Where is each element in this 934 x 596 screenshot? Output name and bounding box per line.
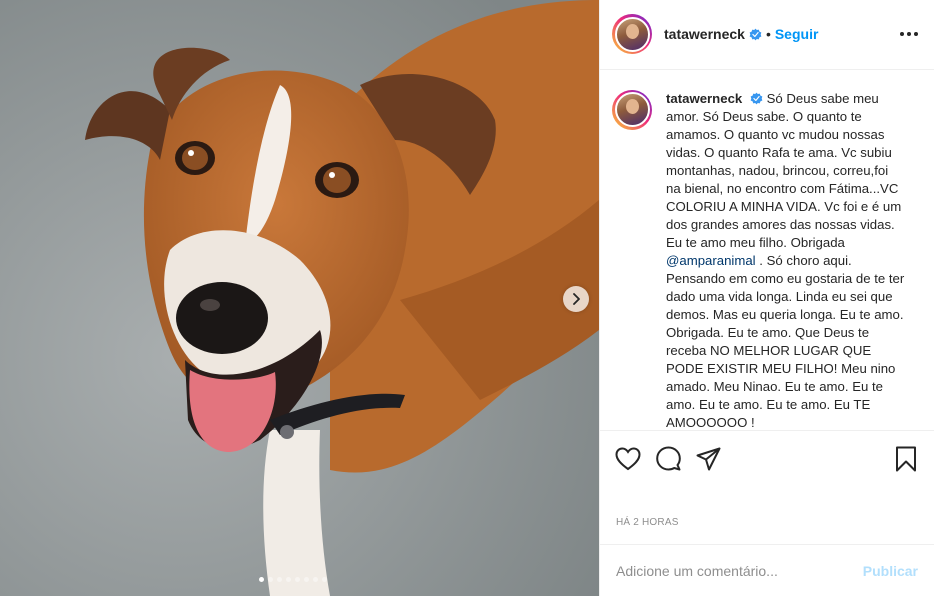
carousel-dot: [304, 577, 309, 582]
more-dot: [907, 32, 911, 37]
post-media[interactable]: [0, 0, 599, 596]
carousel-dot: [322, 577, 327, 582]
carousel-indicator: [259, 577, 327, 582]
bookmark-icon: [896, 446, 916, 472]
caption-mention-link[interactable]: @amparanimal: [666, 253, 756, 268]
caption-text: tatawerneck Só Deus sabe meu amor. Só De…: [666, 90, 906, 430]
comment-form: Publicar: [600, 544, 934, 596]
publish-button[interactable]: Publicar: [863, 563, 918, 579]
dog-photo: [0, 0, 599, 596]
verified-badge-icon: [749, 28, 762, 41]
more-options-icon[interactable]: [900, 32, 918, 37]
profile-avatar[interactable]: [612, 14, 652, 55]
caption-body-continued: . Só choro aqui. Pensando em como eu gos…: [666, 252, 905, 430]
caption-body: Só Deus sabe meu amor. Só Deus sabe. O q…: [666, 90, 902, 250]
carousel-dot: [259, 577, 264, 582]
carousel-dot: [313, 577, 318, 582]
more-dot: [900, 32, 904, 37]
carousel-dot: [277, 577, 282, 582]
caption-area: tatawerneck Só Deus sabe meu amor. Só De…: [600, 70, 934, 430]
like-button[interactable]: [614, 445, 642, 473]
carousel-dot: [295, 577, 300, 582]
header-username[interactable]: tatawerneck: [664, 26, 745, 42]
caption-username[interactable]: tatawerneck: [666, 91, 742, 106]
post-timestamp: HÁ 2 HORAS: [616, 517, 679, 529]
avatar-image: [614, 16, 650, 52]
heart-icon: [615, 447, 641, 470]
paper-plane-icon: [696, 447, 720, 471]
more-dot: [914, 32, 918, 37]
carousel-dot: [268, 577, 273, 582]
follow-button[interactable]: Seguir: [775, 26, 819, 42]
save-button[interactable]: [892, 445, 920, 473]
verified-badge-icon: [750, 92, 763, 105]
comment-input[interactable]: [616, 562, 863, 579]
action-bar: [600, 430, 934, 486]
instagram-post: tatawerneck • Seguir tatawerneck Só Deus…: [0, 0, 934, 596]
post-side-panel: tatawerneck • Seguir tatawerneck Só Deus…: [599, 0, 934, 596]
comment-bubble-icon: [655, 446, 681, 471]
avatar-image: [614, 92, 650, 128]
share-button[interactable]: [694, 445, 722, 473]
comment-button[interactable]: [654, 445, 682, 473]
likes-spacer: [600, 486, 934, 516]
caption-avatar[interactable]: [612, 89, 652, 130]
post-header: tatawerneck • Seguir: [600, 0, 934, 70]
next-slide-button[interactable]: [563, 286, 589, 312]
chevron-right-icon: [573, 293, 580, 305]
carousel-dot: [286, 577, 291, 582]
header-separator: •: [765, 26, 771, 43]
